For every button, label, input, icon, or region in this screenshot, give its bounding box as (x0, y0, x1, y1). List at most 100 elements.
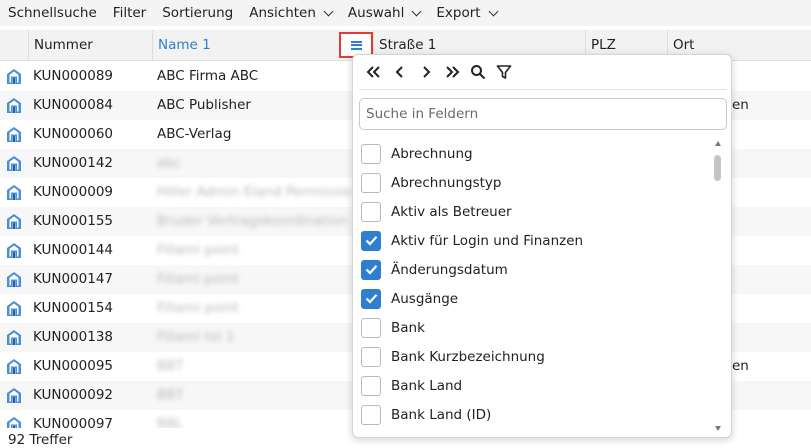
prev-icon (395, 66, 403, 78)
field-option[interactable]: Bank Kurzbezeichnung (361, 342, 711, 371)
scroll-down-arrow-icon[interactable] (715, 426, 721, 431)
field-checkbox[interactable] (361, 375, 381, 396)
field-option[interactable]: Bank (361, 313, 711, 342)
field-label: Ausgänge (391, 290, 459, 307)
field-label: Bank Kurzbezeichnung (391, 348, 545, 365)
next-icon (423, 66, 431, 78)
customer-type-icon (7, 69, 21, 84)
cell-nummer: KUN000097 (33, 416, 114, 428)
checkmark-icon (365, 265, 377, 275)
search-button[interactable] (465, 61, 491, 83)
cell-ort (732, 236, 811, 265)
toolbar-label: Sortierung (162, 5, 234, 21)
toolbar-schnellsuche[interactable]: Schnellsuche (8, 5, 97, 21)
search-icon (471, 65, 486, 80)
cell-nummer: KUN000138 (33, 329, 114, 345)
field-label: Bank Land (ID) (391, 406, 492, 423)
cell-name1-redacted: Hiller Admin Eland Permission s (157, 184, 352, 200)
customer-type-icon (7, 417, 21, 428)
scrollbar-thumb[interactable] (714, 155, 721, 181)
toolbar-auswahl-dropdown[interactable]: Auswahl (347, 5, 422, 21)
last-page-icon (446, 66, 460, 78)
field-label: Bank (391, 319, 425, 336)
column-chooser-nav (361, 61, 517, 83)
last-page-button[interactable] (439, 61, 465, 83)
filter-button[interactable] (491, 61, 517, 83)
customer-type-icon (7, 243, 21, 258)
field-label: Aktiv für Login und Finanzen (391, 232, 584, 249)
cell-ort (732, 265, 811, 294)
toolbar-label: Export (436, 5, 481, 21)
toolbar-export-dropdown[interactable]: Export (436, 5, 499, 21)
cell-nummer: KUN000009 (33, 184, 114, 200)
customer-type-icon (7, 330, 21, 345)
cell-ort (732, 294, 811, 323)
field-option[interactable]: Abrechnungstyp (361, 168, 711, 197)
customer-type-icon (7, 98, 21, 113)
cell-name1: ABC Firma ABC (157, 68, 259, 84)
customer-type-icon (7, 388, 21, 403)
cell-ort (732, 410, 811, 428)
cell-nummer: KUN000154 (33, 300, 114, 316)
field-checkbox[interactable] (361, 288, 381, 309)
field-label: Abrechnungstyp (391, 174, 502, 191)
next-button[interactable] (413, 61, 439, 83)
customer-type-icon (7, 156, 21, 171)
toolbar-sortierung[interactable]: Sortierung (162, 5, 233, 21)
field-search-input[interactable] (359, 98, 727, 130)
field-option[interactable]: Bank Land (361, 371, 711, 400)
cell-ort (732, 381, 811, 410)
cell-ort: en (732, 358, 749, 374)
field-checkbox[interactable] (361, 201, 381, 222)
scrollbar[interactable] (714, 141, 722, 431)
column-chooser-popup: Abrechnung Abrechnungstyp Aktiv als Betreu… (352, 54, 732, 438)
cell-nummer: KUN000089 (33, 68, 114, 84)
field-checkbox[interactable] (361, 230, 381, 251)
field-checkbox[interactable] (361, 259, 381, 280)
toolbar-label: Auswahl (347, 5, 405, 21)
field-checkbox[interactable] (361, 346, 381, 367)
field-checkbox[interactable] (361, 317, 381, 338)
hamburger-menu-icon (350, 40, 362, 50)
first-page-button[interactable] (361, 61, 387, 83)
cell-nummer: KUN000142 (33, 155, 114, 171)
cell-ort (732, 149, 811, 178)
customer-type-icon (7, 214, 21, 229)
cell-nummer: KUN000155 (33, 213, 114, 229)
cell-nummer: KUN000144 (33, 242, 114, 258)
cell-ort (732, 323, 811, 352)
column-header-nummer[interactable]: Nummer (28, 30, 152, 61)
cell-nummer: KUN000060 (33, 126, 114, 142)
field-checkbox[interactable] (361, 404, 381, 425)
toolbar-label: Schnellsuche (8, 5, 97, 21)
prev-button[interactable] (387, 61, 413, 83)
customer-type-icon (7, 272, 21, 287)
field-checkbox[interactable] (361, 172, 381, 193)
toolbar-ansichten-dropdown[interactable]: Ansichten (249, 5, 334, 21)
field-list: Abrechnung Abrechnungstyp Aktiv als Betreu… (361, 139, 711, 429)
field-option[interactable]: Ausgänge (361, 284, 711, 313)
toolbar-label: Filter (112, 5, 147, 21)
cell-name1-redacted: abc (157, 155, 182, 171)
chevron-down-icon (488, 6, 499, 16)
toolbar-label: Ansichten (249, 5, 316, 21)
cell-name1-redacted: Fillami point (157, 271, 239, 287)
customer-type-icon (7, 185, 21, 200)
scroll-up-arrow-icon[interactable] (715, 141, 721, 146)
field-option[interactable]: Bank Land (ID) (361, 400, 711, 429)
cell-ort (732, 178, 811, 207)
field-label: Änderungsdatum (391, 261, 508, 278)
field-option[interactable]: Aktiv als Betreuer (361, 197, 711, 226)
field-option[interactable]: Abrechnung (361, 139, 711, 168)
divider (359, 89, 727, 90)
toolbar-filter[interactable]: Filter (113, 5, 146, 21)
result-count: 92 Treffer (8, 432, 73, 448)
cell-name1-redacted: BBL (157, 416, 184, 428)
column-header-name1[interactable]: Name 1 (152, 30, 337, 61)
field-option[interactable]: Änderungsdatum (361, 255, 711, 284)
cell-name1-redacted: BBT (157, 358, 184, 374)
field-label: Bank Land (391, 377, 463, 394)
field-option[interactable]: Aktiv für Login und Finanzen (361, 226, 711, 255)
field-checkbox[interactable] (361, 143, 381, 164)
cell-name1: ABC Publisher (157, 97, 251, 113)
